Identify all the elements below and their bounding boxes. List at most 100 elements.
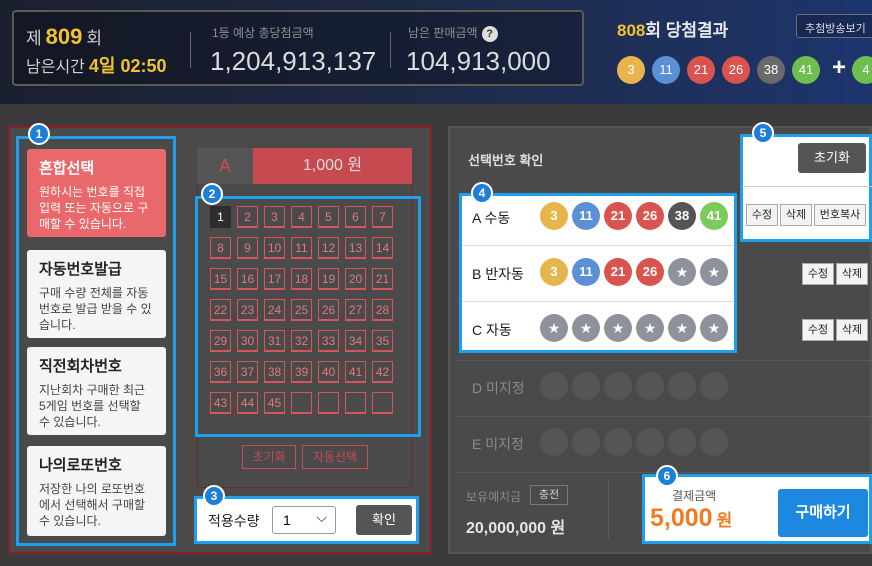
select-previous-title: 직전회차번호 [39, 358, 122, 375]
number-cell[interactable]: 3 [264, 206, 285, 228]
select-previous[interactable]: 직전회차번호 지난회차 구매한 최근 5게임 번호를 선택할 수 있습니다. [27, 347, 166, 435]
copy-number-button[interactable]: 번호복사 [814, 204, 866, 226]
edit-button[interactable]: 수정 [746, 204, 778, 226]
select-my-numbers[interactable]: 나의로또번호 저장한 나의 로또번호에서 선택해서 구매할 수 있습니다. [27, 446, 166, 536]
number-cell[interactable]: 33 [318, 330, 339, 352]
broadcast-button[interactable]: 추첨방송보기 [796, 14, 872, 38]
divider [458, 416, 872, 417]
delete-button[interactable]: 삭제 [780, 204, 812, 226]
number-cell[interactable]: 18 [291, 268, 312, 290]
number-cell[interactable]: 16 [237, 268, 258, 290]
row-c-label: C 자동 [472, 322, 512, 338]
deposit-label: 보유예치금 [466, 490, 522, 504]
empty-cell [291, 392, 312, 414]
row-a-label: A 수동 [472, 210, 511, 226]
confirm-title: 선택번호 확인 [468, 153, 544, 168]
number-cell[interactable]: 14 [372, 237, 393, 259]
edit-button-b[interactable]: 수정 [802, 263, 834, 285]
highlight-quantity [194, 496, 419, 544]
number-cell[interactable]: 27 [345, 299, 366, 321]
number-cell[interactable]: 42 [372, 361, 393, 383]
prize-value: 1,204,913,137 [210, 46, 377, 76]
number-cell[interactable]: 19 [318, 268, 339, 290]
select-auto-desc: 구매 수량 전체를 자동 번호로 발급 받을 수 있습니다. [39, 286, 152, 332]
select-auto[interactable]: 자동번호발급 구매 수량 전체를 자동 번호로 발급 받을 수 있습니다. [27, 250, 166, 338]
delete-button-c[interactable]: 삭제 [836, 319, 868, 341]
number-cell[interactable]: 6 [345, 206, 366, 228]
draw-number: 제 809 회 [26, 24, 102, 50]
number-cell[interactable]: 15 [210, 268, 231, 290]
divider [458, 360, 872, 361]
confirm-reset-button[interactable]: 초기화 [798, 143, 866, 173]
number-cell[interactable]: 30 [237, 330, 258, 352]
number-cell[interactable]: 43 [210, 392, 231, 414]
select-my-title: 나의로또번호 [39, 457, 122, 474]
number-cell[interactable]: 17 [264, 268, 285, 290]
auto-star-ball: ★ [540, 314, 568, 342]
number-cell[interactable]: 1 [210, 206, 231, 228]
number-cell[interactable]: 28 [372, 299, 393, 321]
number-ball: 26 [636, 202, 664, 230]
number-cell[interactable]: 24 [264, 299, 285, 321]
grid-reset-button[interactable]: 초기화 [242, 445, 296, 469]
number-cell[interactable]: 31 [264, 330, 285, 352]
number-cell[interactable]: 2 [237, 206, 258, 228]
number-cell[interactable]: 36 [210, 361, 231, 383]
number-cell[interactable]: 23 [237, 299, 258, 321]
number-cell[interactable]: 21 [372, 268, 393, 290]
number-cell[interactable]: 26 [318, 299, 339, 321]
result-draw-no: 808 [617, 21, 646, 40]
number-cell[interactable]: 39 [291, 361, 312, 383]
badge-2: 2 [201, 183, 223, 205]
plus-sign: + [832, 54, 847, 81]
number-cell[interactable]: 9 [237, 237, 258, 259]
number-cell[interactable]: 45 [264, 392, 285, 414]
select-my-desc: 저장한 나의 로또번호에서 선택해서 구매할 수 있습니다. [39, 482, 146, 528]
number-ball: 11 [572, 258, 600, 286]
number-cell[interactable]: 12 [318, 237, 339, 259]
result-ball: 11 [652, 56, 680, 84]
grid-auto-button[interactable]: 자동선택 [302, 445, 368, 469]
number-cell[interactable]: 29 [210, 330, 231, 352]
number-cell[interactable]: 41 [345, 361, 366, 383]
number-ball: 38 [668, 202, 696, 230]
number-cell[interactable]: 40 [318, 361, 339, 383]
empty-ball [572, 372, 600, 400]
number-ball: 26 [636, 258, 664, 286]
number-cell[interactable]: 10 [264, 237, 285, 259]
number-cell[interactable]: 7 [372, 206, 393, 228]
edit-button-c[interactable]: 수정 [802, 319, 834, 341]
number-cell[interactable]: 44 [237, 392, 258, 414]
divider [190, 32, 191, 68]
number-cell[interactable]: 5 [318, 206, 339, 228]
number-ball: 3 [540, 258, 568, 286]
divider [390, 32, 391, 68]
select-mixed-title: 혼합선택 [39, 160, 95, 177]
number-cell[interactable]: 38 [264, 361, 285, 383]
number-cell[interactable]: 11 [291, 237, 312, 259]
buy-button[interactable]: 구매하기 [778, 489, 868, 537]
deposit-value: 20,000,000 원 [466, 520, 566, 537]
draw-prefix: 제 [26, 29, 42, 48]
number-cell[interactable]: 35 [372, 330, 393, 352]
number-cell[interactable]: 8 [210, 237, 231, 259]
payment-amount-value: 5,000 [650, 504, 713, 532]
number-cell[interactable]: 37 [237, 361, 258, 383]
number-cell[interactable]: 25 [291, 299, 312, 321]
number-cell[interactable]: 4 [291, 206, 312, 228]
result-ball: 21 [687, 56, 715, 84]
draw-no: 809 [45, 24, 83, 49]
empty-ball [636, 372, 664, 400]
empty-ball [668, 428, 696, 456]
number-cell[interactable]: 22 [210, 299, 231, 321]
number-cell[interactable]: 20 [345, 268, 366, 290]
delete-button-b[interactable]: 삭제 [836, 263, 868, 285]
number-cell[interactable]: 32 [291, 330, 312, 352]
question-icon[interactable]: ? [481, 26, 498, 42]
select-mixed[interactable]: 혼합선택 원하시는 번호를 직접 입력 또는 자동으로 구매할 수 있습니다. [27, 149, 166, 237]
number-cell[interactable]: 13 [345, 237, 366, 259]
remain-label-wrap: 남은 판매금액? [408, 24, 498, 42]
number-cell[interactable]: 34 [345, 330, 366, 352]
charge-button[interactable]: 충전 [530, 485, 568, 505]
remain-label: 남은 판매금액 [408, 26, 478, 40]
